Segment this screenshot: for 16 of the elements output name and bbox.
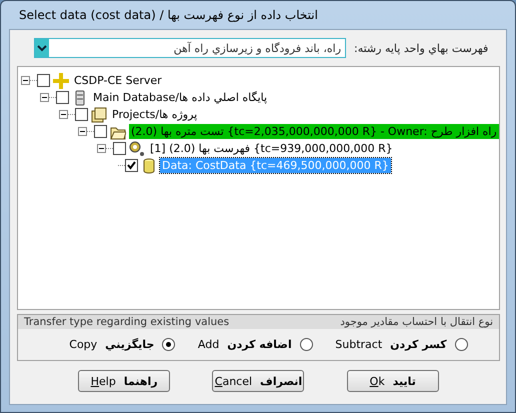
tree-item[interactable]: (2.0) تست متره بها {tc=2,035,000,000,000 R} - Owner: راه افزار طرح — [129, 124, 499, 139]
tree-item[interactable]: [1] (2.0) فهرست بها {tc=939,000,000,000 R} — [148, 141, 395, 156]
tree-item[interactable]: Projects/پروژه ها — [110, 107, 200, 122]
tree-item[interactable]: Main Database/پايگاه اصلي داده ها — [91, 90, 270, 105]
price-list-dropdown[interactable]: راه، باند فرودگاه و زيرسازي راه آهن — [34, 38, 346, 58]
group-caption: نوع انتقال با احتساب مقادير موجود — [340, 316, 493, 328]
window-title: Select data (cost data) / انتخاب داده از نوع فهرست بها — [18, 7, 319, 24]
group-caption: Transfer type regarding existing values — [24, 316, 230, 328]
radio-label: كسر كردن — [390, 338, 447, 350]
radio-label: Add — [198, 338, 220, 350]
radio-label: جايگزيني — [105, 338, 154, 350]
radio-label: Copy — [69, 338, 98, 350]
tree-item[interactable]: CSDP-CE Server — [72, 73, 164, 88]
price-list-label: فهرست بهاي واحد پايه رشته: — [354, 42, 488, 54]
radio-label: Subtract — [335, 338, 382, 350]
radio-label: اضافه كردن — [227, 338, 292, 350]
